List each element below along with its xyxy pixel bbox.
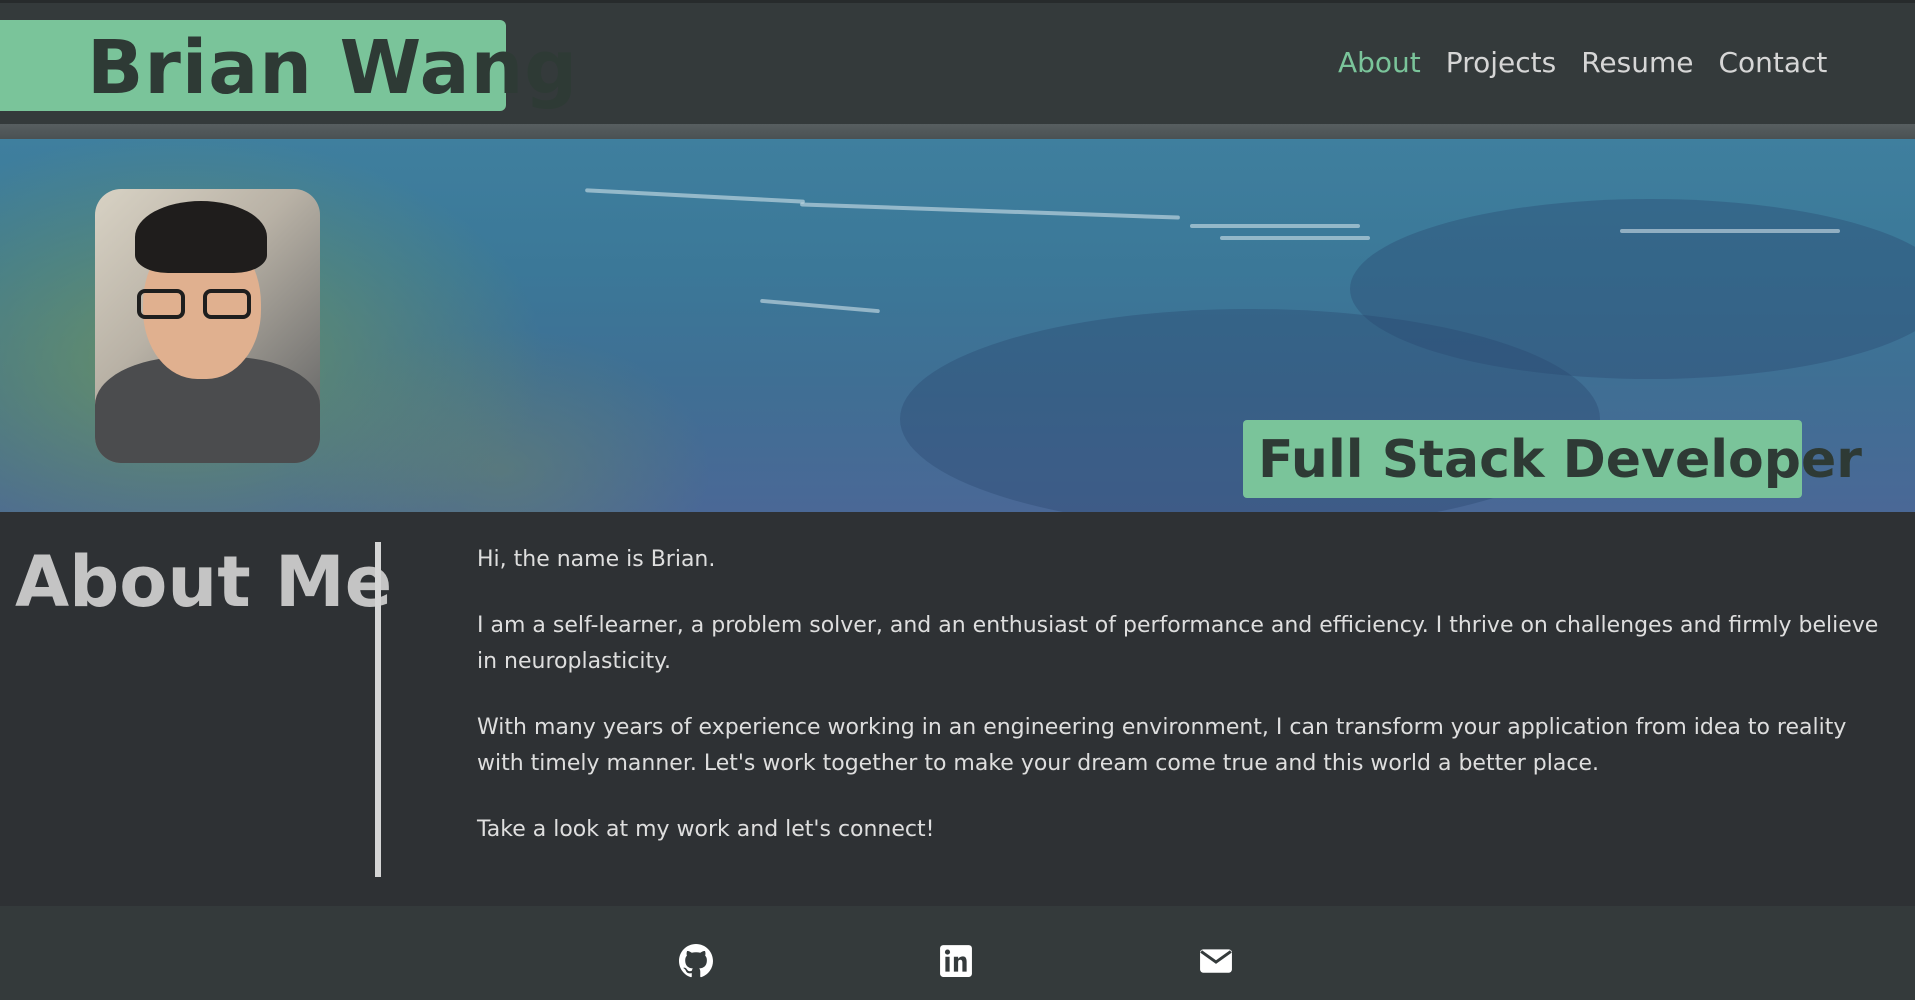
hero-banner: Full Stack Developer [0,139,1915,512]
header-divider [0,124,1915,139]
vertical-divider [375,542,381,877]
about-paragraph: I am a self-learner, a problem solver, a… [477,613,1879,674]
nav-projects[interactable]: Projects [1446,43,1556,83]
site-title[interactable]: Brian Wang [87,25,578,111]
hero-wave [1620,229,1840,233]
about-section: About Me Hi, the name is Brian. I am a s… [0,512,1915,906]
linkedin-icon[interactable] [939,944,973,978]
hero-wave [1190,224,1360,228]
email-icon[interactable] [1199,944,1233,978]
about-body: Hi, the name is Brian. I am a self-learn… [477,542,1887,878]
hero-wave [585,188,805,204]
nav-resume[interactable]: Resume [1581,43,1693,83]
about-paragraph: Take a look at my work and let's connect… [477,817,935,842]
main-nav: About Projects Resume Contact [1338,43,1827,83]
hero-wave [760,298,880,314]
nav-about[interactable]: About [1338,43,1421,83]
site-header: Brian Wang About Projects Resume Contact [0,0,1915,124]
site-footer [0,906,1915,1000]
hero-wave [1220,236,1370,240]
profile-photo [95,189,320,463]
github-icon[interactable] [679,944,713,978]
hero-wave [800,202,1180,220]
about-paragraph: Hi, the name is Brian. [477,547,716,572]
nav-contact[interactable]: Contact [1718,43,1827,83]
role-badge: Full Stack Developer [1243,420,1862,498]
role-title: Full Stack Developer [1258,430,1862,490]
logo-banner[interactable]: Brian Wang [0,20,577,111]
about-heading: About Me [15,541,393,623]
about-paragraph: With many years of experience working in… [477,715,1847,776]
